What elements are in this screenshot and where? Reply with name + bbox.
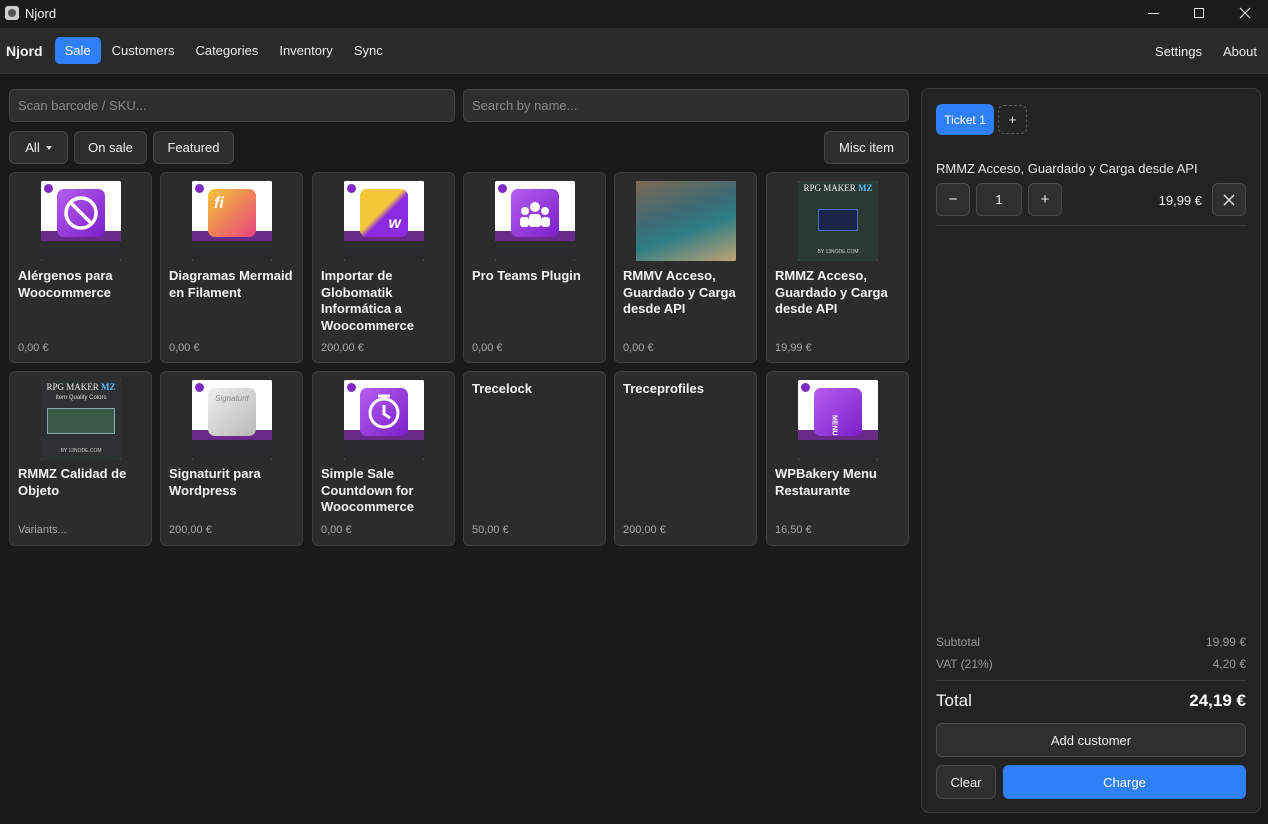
category-filter-label: All (25, 140, 40, 155)
product-name: RMMZ Calidad de Objeto (18, 466, 127, 498)
product-price: 19,99 € (775, 342, 812, 354)
nav-sale[interactable]: Sale (54, 37, 101, 64)
product-name: Trecelock (472, 381, 532, 396)
product-name: Pro Teams Plugin (472, 268, 581, 283)
product-price: 0,00 € (623, 342, 654, 354)
nav-customers[interactable]: Customers (102, 37, 185, 64)
title-bar: Njord (0, 0, 1268, 26)
caret-down-icon (45, 145, 52, 150)
product-name: Simple Sale Countdown for Woocommerce (321, 466, 414, 514)
brand: Njord (6, 42, 43, 59)
nav-settings[interactable]: Settings (1145, 38, 1212, 65)
total-label: Total (936, 691, 972, 710)
product-name: WPBakery Menu Restaurante (775, 466, 877, 498)
product-card[interactable]: Signaturit Signaturit para Wordpress 200… (160, 371, 303, 546)
subtotal-label: Subtotal (936, 635, 981, 649)
product-card[interactable]: fi Diagramas Mermaid en Filament 0,00 € (160, 172, 303, 363)
product-name: Importar de Globomatik Informática a Woo… (321, 268, 414, 333)
product-price: 0,00 € (18, 342, 49, 354)
rpg-login-image: RPG MAKER MZ BY 13NODE.COM (798, 181, 878, 261)
product-card[interactable]: Alérgenos para Woocommerce 0,00 € (9, 172, 152, 363)
add-ticket-button[interactable]: + (998, 105, 1027, 134)
menu-icon: MENU (798, 380, 878, 460)
product-card[interactable]: Pro Teams Plugin 0,00 € (463, 172, 606, 363)
product-price: 200,00 € (623, 524, 666, 536)
product-card[interactable]: MENU WPBakery Menu Restaurante 16,50 € (766, 371, 909, 546)
product-name: Diagramas Mermaid en Filament (169, 268, 293, 300)
ticket-panel: Ticket 1 + RMMZ Acceso, Guardado y Carga… (921, 88, 1261, 813)
import-icon: w (344, 181, 424, 261)
mermaid-icon: fi (192, 181, 272, 261)
vat-label: VAT (21%) (936, 657, 993, 671)
product-name: Alérgenos para Woocommerce (18, 268, 113, 300)
nav-about[interactable]: About (1213, 38, 1267, 65)
product-price: 0,00 € (472, 342, 503, 354)
product-card[interactable]: w Importar de Globomatik Informática a W… (312, 172, 455, 363)
window-controls (1130, 0, 1268, 26)
product-name: RMMZ Acceso, Guardado y Carga desde API (775, 268, 888, 316)
product-card[interactable]: RPG MAKER MZ BY 13NODE.COM RMMZ Acceso, … (766, 172, 909, 363)
nav-categories[interactable]: Categories (185, 37, 268, 64)
main-nav: Njord Sale Customers Categories Inventor… (0, 28, 1268, 74)
minimize-button[interactable] (1130, 0, 1176, 26)
nav-inventory[interactable]: Inventory (269, 37, 342, 64)
on-sale-filter-button[interactable]: On sale (74, 131, 147, 164)
maximize-button[interactable] (1176, 0, 1222, 26)
map-image (636, 181, 736, 261)
charge-button[interactable]: Charge (1003, 765, 1246, 799)
product-price: 200,00 € (169, 524, 212, 536)
add-customer-button[interactable]: Add customer (936, 723, 1246, 757)
divider (936, 680, 1246, 681)
featured-filter-button[interactable]: Featured (153, 131, 234, 164)
quantity-input[interactable]: 1 (976, 183, 1022, 216)
category-filter-dropdown[interactable]: All (9, 131, 68, 164)
product-price: 16,50 € (775, 524, 812, 536)
divider (936, 225, 1246, 226)
window-title: Njord (25, 5, 57, 21)
product-name: RMMV Acceso, Guardado y Carga desde API (623, 268, 736, 316)
product-card[interactable]: Treceprofiles 200,00 € (614, 371, 757, 546)
clear-button[interactable]: Clear (936, 765, 996, 799)
line-item-name: RMMZ Acceso, Guardado y Carga desde API (936, 161, 1198, 176)
product-card[interactable]: RMMV Acceso, Guardado y Carga desde API … (614, 172, 757, 363)
subtotal-value: 19,99 € (1205, 635, 1246, 649)
name-search-input[interactable] (463, 89, 909, 122)
product-price: 0,00 € (321, 524, 352, 536)
vat-value: 4,20 € (1212, 657, 1246, 671)
timer-icon (344, 380, 424, 460)
product-price: Variants... (18, 524, 67, 536)
product-price: 50,00 € (472, 524, 509, 536)
remove-line-button[interactable] (1212, 183, 1246, 216)
increase-qty-button[interactable]: + (1028, 183, 1062, 216)
product-card[interactable]: Trecelock 50,00 € (463, 371, 606, 546)
app-icon (5, 6, 19, 20)
product-card[interactable]: RPG MAKER MZ Item Quality Colors BY 13NO… (9, 371, 152, 546)
allergen-icon (41, 181, 121, 261)
total-value: 24,19 € (1189, 691, 1246, 710)
product-name: Signaturit para Wordpress (169, 466, 261, 498)
close-icon (1223, 194, 1235, 205)
tab-ticket-1[interactable]: Ticket 1 (936, 104, 994, 135)
misc-item-button[interactable]: Misc item (824, 131, 909, 164)
rpg-quality-image: RPG MAKER MZ Item Quality Colors BY 13NO… (41, 380, 121, 460)
barcode-input[interactable] (9, 89, 455, 122)
product-name: Treceprofiles (623, 381, 704, 396)
maximize-icon (1194, 8, 1204, 18)
line-item-price: 19,99 € (1158, 193, 1202, 208)
product-price: 0,00 € (169, 342, 200, 354)
signaturit-icon: Signaturit (192, 380, 272, 460)
product-price: 200,00 € (321, 342, 364, 354)
decrease-qty-button[interactable]: − (936, 183, 970, 216)
minimize-icon (1147, 12, 1159, 14)
teams-icon (495, 181, 575, 261)
nav-sync[interactable]: Sync (344, 37, 393, 64)
close-icon (1239, 7, 1251, 19)
product-card[interactable]: Simple Sale Countdown for Woocommerce 0,… (312, 371, 455, 546)
nav-right: Settings About (1145, 28, 1268, 74)
close-button[interactable] (1222, 0, 1268, 26)
